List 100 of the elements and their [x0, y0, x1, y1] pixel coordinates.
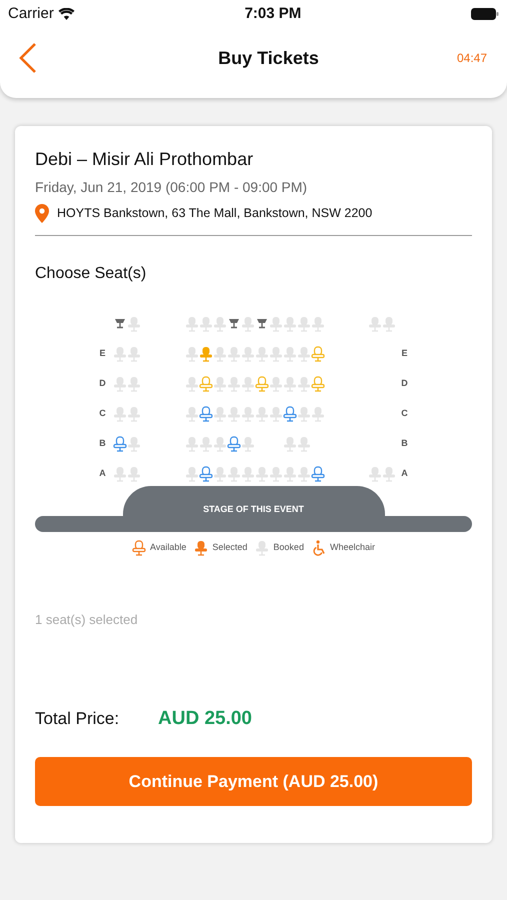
- booked-seat-icon: [226, 346, 240, 362]
- booked-seat-icon: [240, 316, 254, 332]
- booked-seat-icon: [212, 316, 226, 332]
- continue-payment-button[interactable]: Continue Payment (AUD 25.00): [35, 757, 472, 806]
- booked-seat-icon: [226, 406, 240, 422]
- booked-seat-icon: [112, 346, 126, 362]
- booked-seat-icon: [382, 316, 396, 332]
- venue-address: HOYTS Bankstown, 63 The Mall, Bankstown, NSW 2200: [57, 205, 372, 222]
- section-heading: Choose Seat(s): [35, 264, 148, 284]
- booked-seat-icon: [126, 436, 140, 452]
- row-label: A: [98, 467, 107, 480]
- available-seat-icon[interactable]: [254, 376, 268, 392]
- total-price-amount: AUD 25.00: [158, 706, 252, 730]
- booked-seat-icon: [184, 436, 198, 452]
- booked-seat-icon: [282, 436, 296, 452]
- legend-label: Available: [150, 541, 186, 554]
- booked-seat-icon: [112, 406, 126, 422]
- booked-seat-icon: [126, 316, 140, 332]
- booked-seat-icon: [296, 466, 310, 482]
- row-label: E: [400, 347, 408, 360]
- booked-seat-icon: [268, 466, 282, 482]
- booked-seat-icon: [184, 466, 198, 482]
- booked-seat-icon: [268, 376, 282, 392]
- row-label: D: [400, 377, 409, 390]
- booked-seat-icon: [282, 466, 296, 482]
- booked-seat-icon: [382, 466, 396, 482]
- booked-seat-icon: [296, 316, 310, 332]
- booked-seat-icon: [240, 436, 254, 452]
- booked-seat-icon: [212, 406, 226, 422]
- stage-banner: STAGE OF THIS EVENT: [122, 486, 384, 516]
- booked-seat-icon: [310, 316, 324, 332]
- booked-seat-icon: [198, 316, 212, 332]
- available-seat-icon[interactable]: [282, 406, 296, 422]
- booked-seat-icon: [212, 346, 226, 362]
- booked-seat-icon: [282, 316, 296, 332]
- row-label: B: [98, 437, 107, 450]
- booked-seat-icon: [268, 346, 282, 362]
- carrier-label: Carrier: [8, 4, 54, 24]
- booked-seat-icon: [240, 376, 254, 392]
- event-title: Debi – Misir Ali Prothombar: [35, 148, 254, 171]
- location-pin-icon: [35, 204, 49, 223]
- booked-seat-icon: [296, 376, 310, 392]
- booked-seat-icon: [282, 376, 296, 392]
- available-seat-icon[interactable]: [310, 466, 324, 482]
- booked-seat-icon: [240, 466, 254, 482]
- battery-icon: [470, 8, 499, 20]
- row-label: B: [400, 437, 409, 450]
- event-date: Friday, Jun 21, 2019 (06:00 PM - 09:00 PM): [35, 178, 308, 197]
- booked-seat-icon: [255, 540, 270, 556]
- booked-seat-icon: [368, 316, 382, 332]
- booked-seat-icon: [310, 406, 324, 422]
- booked-seat-icon: [226, 466, 240, 482]
- booked-seat-icon: [254, 466, 268, 482]
- booked-seat-icon: [126, 466, 140, 482]
- booked-seat-icon: [184, 406, 198, 422]
- status-time: 7:03 PM: [244, 4, 302, 24]
- booked-seat-icon: [184, 346, 198, 362]
- available-seat-icon[interactable]: [310, 346, 324, 362]
- legend-label: Selected: [212, 541, 248, 554]
- booked-seat-icon: [126, 346, 140, 362]
- booked-seat-icon: [282, 346, 296, 362]
- available-seat-icon[interactable]: [198, 406, 212, 422]
- available-seat-icon[interactable]: [132, 540, 146, 556]
- back-icon[interactable]: [18, 42, 38, 74]
- booked-seat-icon: [254, 346, 268, 362]
- booked-seat-icon: [126, 376, 140, 392]
- booked-seat-icon: [212, 376, 226, 392]
- wifi-icon: [58, 8, 75, 20]
- available-seat-icon[interactable]: [112, 436, 126, 452]
- booked-seat-icon: [212, 436, 226, 452]
- selected-seat-icon[interactable]: [198, 346, 212, 362]
- wheelchair-icon: [312, 540, 326, 556]
- booked-seat-icon: [184, 316, 198, 332]
- available-seat-icon[interactable]: [226, 436, 240, 452]
- selection-count: 1 seat(s) selected: [35, 611, 139, 629]
- booked-seat-icon: [296, 406, 310, 422]
- available-seat-icon[interactable]: [310, 376, 324, 392]
- booked-seat-icon: [268, 316, 282, 332]
- booked-seat-icon: [112, 466, 126, 482]
- row-label: C: [98, 407, 107, 420]
- booked-seat-icon: [226, 376, 240, 392]
- page-title: Buy Tickets: [218, 46, 319, 70]
- booked-seat-icon: [184, 376, 198, 392]
- booked-seat-icon: [240, 406, 254, 422]
- booked-seat-icon: [212, 466, 226, 482]
- row-label: E: [98, 347, 106, 360]
- total-price-label: Total Price:: [35, 708, 120, 730]
- available-seat-icon[interactable]: [198, 466, 212, 482]
- row-label: C: [400, 407, 409, 420]
- booked-seat-icon: [368, 466, 382, 482]
- available-seat-icon[interactable]: [198, 376, 212, 392]
- legend-label: Wheelchair: [330, 541, 375, 554]
- countdown-timer: 04:47: [456, 50, 487, 67]
- booked-seat-icon: [112, 376, 126, 392]
- booked-seat-icon: [296, 346, 310, 362]
- booked-seat-icon: [268, 406, 282, 422]
- selected-seat-icon[interactable]: [194, 540, 208, 556]
- booked-seat-icon: [198, 436, 212, 452]
- booked-seat-icon: [296, 436, 310, 452]
- row-label: A: [400, 467, 409, 480]
